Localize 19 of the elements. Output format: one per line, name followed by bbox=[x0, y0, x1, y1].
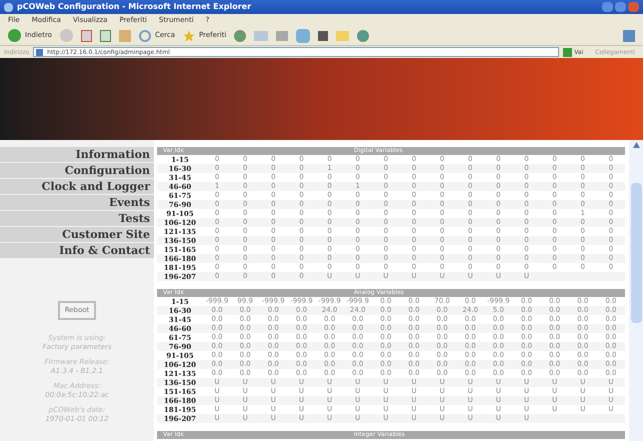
close-button[interactable] bbox=[628, 2, 639, 12]
sidebar-link[interactable]: Clock and Logger bbox=[0, 179, 154, 194]
scroll-up-icon[interactable] bbox=[632, 142, 640, 148]
forward-icon[interactable] bbox=[60, 29, 73, 42]
scrollbar[interactable] bbox=[629, 140, 643, 441]
sidebar-link[interactable]: Customer Site bbox=[0, 227, 154, 242]
browser-icon bbox=[4, 2, 13, 12]
sidebar-link[interactable]: Tests bbox=[0, 211, 154, 226]
sidebar-link[interactable]: Configuration bbox=[0, 163, 154, 178]
sidebar-link[interactable]: Information bbox=[0, 147, 154, 162]
minimize-button[interactable] bbox=[602, 2, 613, 12]
star-icon bbox=[183, 30, 196, 42]
window-title: pCOWeb Configuration - Microsoft Internet Explorer bbox=[17, 1, 252, 13]
sidebar-link[interactable]: Events bbox=[0, 195, 154, 210]
history-icon[interactable] bbox=[234, 30, 246, 42]
search-icon bbox=[138, 30, 151, 42]
scroll-thumb[interactable] bbox=[630, 183, 642, 323]
sidebar-link[interactable]: Info & Contact bbox=[0, 243, 154, 258]
maximize-button[interactable] bbox=[615, 2, 626, 12]
